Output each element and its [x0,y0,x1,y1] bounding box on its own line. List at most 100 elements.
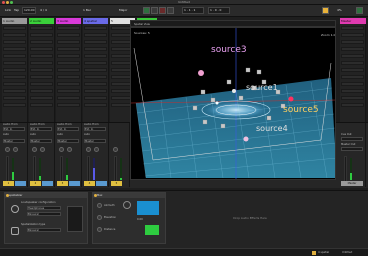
clip-slot[interactable] [341,68,364,72]
record-button[interactable] [159,7,166,14]
time-signature-field[interactable]: 4 / 4 [39,7,48,14]
clip-slot[interactable] [30,82,53,86]
clip-slot[interactable] [84,103,107,107]
clip-slot[interactable] [341,47,364,51]
track-activator-button[interactable]: 4 [84,181,95,186]
clip-slot[interactable] [84,82,107,86]
send-a-knob[interactable] [5,147,10,152]
clip-slot[interactable] [84,40,107,44]
clip-slot[interactable] [3,47,26,51]
spatial-3d-view[interactable]: source3 source1 source5 source4 Sources:… [130,27,336,180]
clip-slot[interactable] [3,26,26,30]
volume-fader[interactable] [6,156,9,182]
clip-slot[interactable] [3,54,26,58]
pan-knob[interactable] [67,147,72,152]
max-device-title[interactable]: Max [93,193,165,198]
clip-slot[interactable] [3,103,26,107]
clip-slot[interactable] [84,61,107,65]
clip-slot[interactable] [341,26,364,30]
clip-slot[interactable] [341,40,364,44]
xy-pad-icon[interactable] [123,201,131,209]
clip-slot[interactable] [3,82,26,86]
clip-slot[interactable] [84,68,107,72]
clip-slot[interactable] [30,33,53,37]
clip-slot[interactable] [3,96,26,100]
clip-slot[interactable] [30,89,53,93]
source5-sphere[interactable] [288,96,294,102]
clip-slot[interactable] [57,75,80,79]
spatial-3d-canvas[interactable]: source3 source1 source5 source4 Sources:… [131,28,336,180]
clip-slot[interactable] [57,82,80,86]
volume-fader[interactable] [33,156,36,182]
viz-window-titlebar[interactable]: Spatial View [130,20,336,27]
clip-slot[interactable] [30,68,53,72]
clip-slot[interactable] [30,40,53,44]
send-a-knob[interactable] [32,147,37,152]
clip-slot[interactable] [57,103,80,107]
device-power-icon[interactable] [94,193,97,197]
clip-slot[interactable] [341,96,364,100]
solo-button[interactable] [42,181,53,186]
clip-slot[interactable] [84,75,107,79]
clip-slot[interactable] [3,68,26,72]
elevation-knob[interactable] [97,215,102,220]
solo-button[interactable] [69,181,80,186]
clip-slot[interactable] [341,54,364,58]
clip-slot[interactable] [341,82,364,86]
clip-slot[interactable] [30,47,53,51]
cue-out-select[interactable] [341,137,363,141]
clip-slot[interactable] [57,26,80,30]
volume-fader[interactable] [87,156,90,182]
track-activator-button[interactable]: 3 [57,181,68,186]
track-activator-button[interactable]: 1 [3,181,14,186]
clip-slot[interactable] [3,61,26,65]
clip-slot[interactable] [3,40,26,44]
clip-slot[interactable] [84,33,107,37]
clip-slot[interactable] [57,47,80,51]
device-power-icon[interactable] [6,193,9,197]
send-a-knob[interactable] [113,147,118,152]
clip-slot[interactable] [341,89,364,93]
clip-slot[interactable] [84,89,107,93]
clip-slot[interactable] [57,40,80,44]
drop-audio-effects-hint[interactable]: Drop Audio Effects Here [170,192,330,244]
spatializer-device-title[interactable]: spatializer [5,193,87,198]
clip-slot[interactable] [30,26,53,30]
clip-slot[interactable] [30,61,53,65]
key-map-button[interactable] [322,7,329,14]
clip-slot[interactable] [30,54,53,58]
stop-button[interactable] [151,7,158,14]
clip-slot[interactable] [341,61,364,65]
clip-slot[interactable] [30,103,53,107]
clip-slot[interactable] [57,96,80,100]
clip-slot[interactable] [57,68,80,72]
source3-sphere[interactable] [198,70,204,76]
clip-slot[interactable] [3,89,26,93]
send-a-knob[interactable] [59,147,64,152]
play-button[interactable] [143,7,150,14]
position-pad[interactable] [137,201,159,215]
clip-slot[interactable] [84,54,107,58]
clip-slot[interactable] [341,103,364,107]
tap-button[interactable]: Tap [13,7,20,14]
volume-fader[interactable] [60,156,63,182]
clip-slot[interactable] [3,33,26,37]
position-field[interactable]: 1 . 1 . 1 [183,7,196,14]
link-button[interactable]: Link [4,7,12,14]
solo-button[interactable] [15,181,26,186]
solo-button[interactable] [96,181,107,186]
clip-slot[interactable] [57,54,80,58]
distance-knob[interactable] [97,227,102,232]
clip-slot[interactable] [84,26,107,30]
track-activator-button[interactable]: 5 [111,181,122,186]
clip-slot[interactable] [84,47,107,51]
master-out-select[interactable] [341,147,363,151]
clip-slot[interactable] [341,75,364,79]
clip-slot[interactable] [57,89,80,93]
pan-knob[interactable] [13,147,18,152]
clip-slot[interactable] [30,96,53,100]
clip-slot[interactable] [3,75,26,79]
clip-slot[interactable] [84,96,107,100]
clip-slot[interactable] [30,75,53,79]
pan-knob[interactable] [40,147,45,152]
